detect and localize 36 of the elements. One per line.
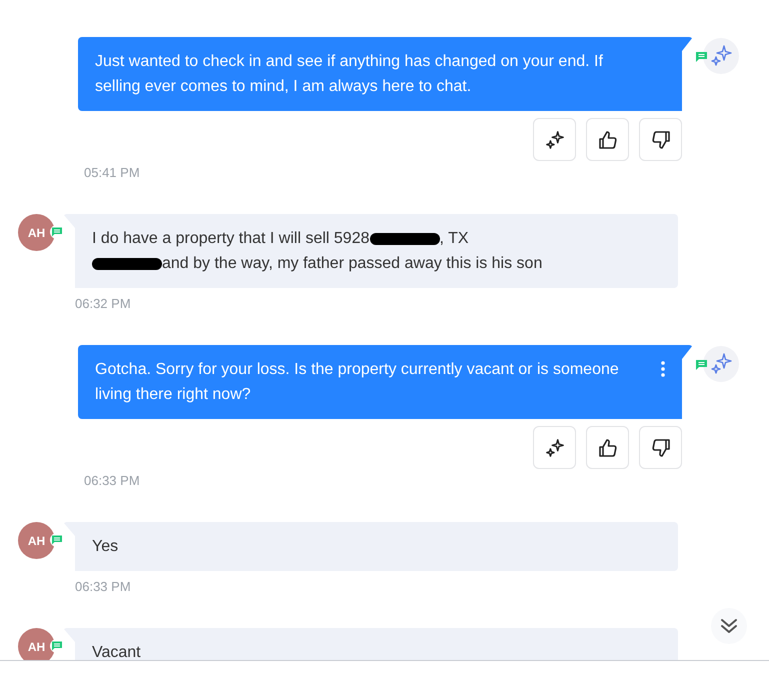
sparkle-button[interactable] — [533, 426, 576, 469]
chat-icon — [696, 360, 707, 370]
scroll-down-button[interactable] — [711, 608, 747, 644]
chat-icon — [50, 639, 64, 653]
chat-icon — [50, 533, 64, 547]
thumbs-down-icon — [650, 438, 670, 458]
thumbs-up-button[interactable] — [586, 118, 629, 161]
chat-icon — [696, 52, 707, 62]
timestamp: 06:33 PM — [83, 473, 141, 488]
sparkle-icon — [544, 130, 564, 150]
message-text: Vacant — [92, 644, 141, 660]
thumbs-down-button[interactable] — [639, 426, 682, 469]
message-text: Yes — [92, 538, 118, 555]
sparkle-icon — [544, 438, 564, 458]
timestamp: 06:32 PM — [74, 296, 132, 311]
more-options-icon[interactable] — [661, 361, 665, 377]
double-chevron-down-icon — [720, 617, 738, 635]
sparkle-icon — [710, 353, 732, 375]
thumbs-down-icon — [650, 130, 670, 150]
user-avatar: AH — [18, 522, 55, 559]
message-text: Just wanted to check in and see if anything has changed on your end. If selling ever comes to mind, I am always here to chat. — [95, 52, 604, 97]
thumbs-up-button[interactable] — [586, 426, 629, 469]
user-avatar: AH — [18, 628, 55, 660]
timestamp: 06:33 PM — [74, 579, 132, 594]
chat-icon — [50, 225, 64, 239]
redaction-mark — [92, 258, 162, 270]
message-text: I do have a property that I will sell 5928 , TX and by the way, my father passed away this is his son — [92, 230, 542, 272]
thumbs-up-icon — [598, 130, 618, 150]
sparkle-icon — [710, 45, 732, 67]
message-text: Gotcha. Sorry for your loss. Is the property currently vacant or is someone living there right now? — [95, 360, 620, 405]
thumbs-down-button[interactable] — [639, 118, 682, 161]
thumbs-up-icon — [598, 438, 618, 458]
user-avatar: AH — [18, 214, 55, 251]
redaction-mark — [370, 232, 440, 245]
sparkle-button[interactable] — [533, 118, 576, 161]
timestamp: 05:41 PM — [83, 165, 141, 180]
